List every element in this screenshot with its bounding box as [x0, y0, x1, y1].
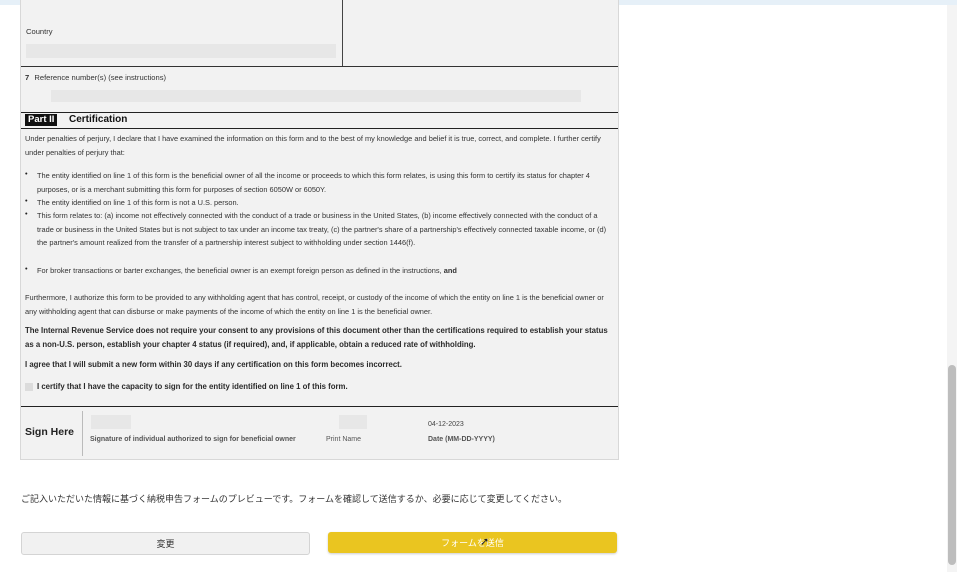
bullet-dot: •: [25, 264, 28, 273]
w8-form-preview: Country 7 Reference number(s) (see instr…: [20, 0, 619, 460]
sign-divider: [82, 411, 83, 456]
bullet-item: The entity identified on line 1 of this …: [37, 171, 590, 194]
bullet-dot: •: [25, 196, 28, 205]
capacity-statement: I certify that I have the capacity to si…: [37, 382, 348, 391]
sign-section: Sign Here 04-12-2023 Signature of indivi…: [21, 406, 618, 460]
submit-form-label: フォームを送信: [441, 538, 504, 548]
print-name-caption: Print Name: [326, 436, 362, 443]
print-name-field: [339, 415, 367, 429]
capacity-row: I certify that I have the capacity to si…: [25, 380, 348, 394]
scrollbar[interactable]: [947, 5, 957, 572]
mouse-cursor-icon: ➚: [480, 536, 490, 548]
reference-label: Reference number(s) (see instructions): [34, 73, 167, 82]
agree-statement: I agree that I will submit a new form wi…: [25, 360, 402, 369]
scrollbar-thumb[interactable]: [948, 365, 956, 565]
part-header: Part II Certification: [21, 112, 618, 129]
date-caption: Date (MM-DD-YYYY): [428, 436, 495, 443]
irs-statement: The Internal Revenue Service does not re…: [25, 326, 608, 349]
reference-value-field: [51, 90, 581, 102]
certification-intro: Under penalties of perjury, I declare th…: [25, 134, 601, 157]
date-value: 04-12-2023: [428, 421, 464, 428]
country-label: Country: [26, 27, 53, 36]
divider-line: [21, 66, 618, 67]
submit-form-button[interactable]: フォームを送信 ➚: [328, 532, 617, 553]
preview-message: ご記入いただいた情報に基づく納税申告フォームのプレビューです。フォームを確認して…: [21, 494, 568, 504]
sign-here-label: Sign Here: [25, 426, 75, 438]
part-title: Certification: [69, 114, 128, 125]
signature-caption: Signature of individual authorized to si…: [90, 436, 296, 443]
bullet-dot: •: [25, 169, 28, 178]
part-label: Part II: [25, 114, 58, 126]
country-value-field: [26, 44, 336, 58]
bullet-item: This form relates to: (a) income not eff…: [37, 211, 607, 247]
capacity-checkbox[interactable]: [25, 382, 33, 391]
signature-field: [91, 415, 131, 429]
column-divider: [342, 0, 343, 66]
bullet-item-text: For broker transactions or barter exchan…: [37, 266, 442, 275]
bullet-and: and: [443, 266, 457, 275]
change-button[interactable]: 変更: [21, 532, 310, 555]
bullet-dot: •: [25, 209, 28, 218]
reference-row: 7 Reference number(s) (see instructions): [25, 73, 166, 82]
furthermore-paragraph: Furthermore, I authorize this form to be…: [25, 293, 604, 316]
bullet-item: The entity identified on line 1 of this …: [37, 198, 239, 207]
reference-number: 7: [25, 73, 30, 82]
bullet-item-last: For broker transactions or barter exchan…: [37, 264, 609, 278]
